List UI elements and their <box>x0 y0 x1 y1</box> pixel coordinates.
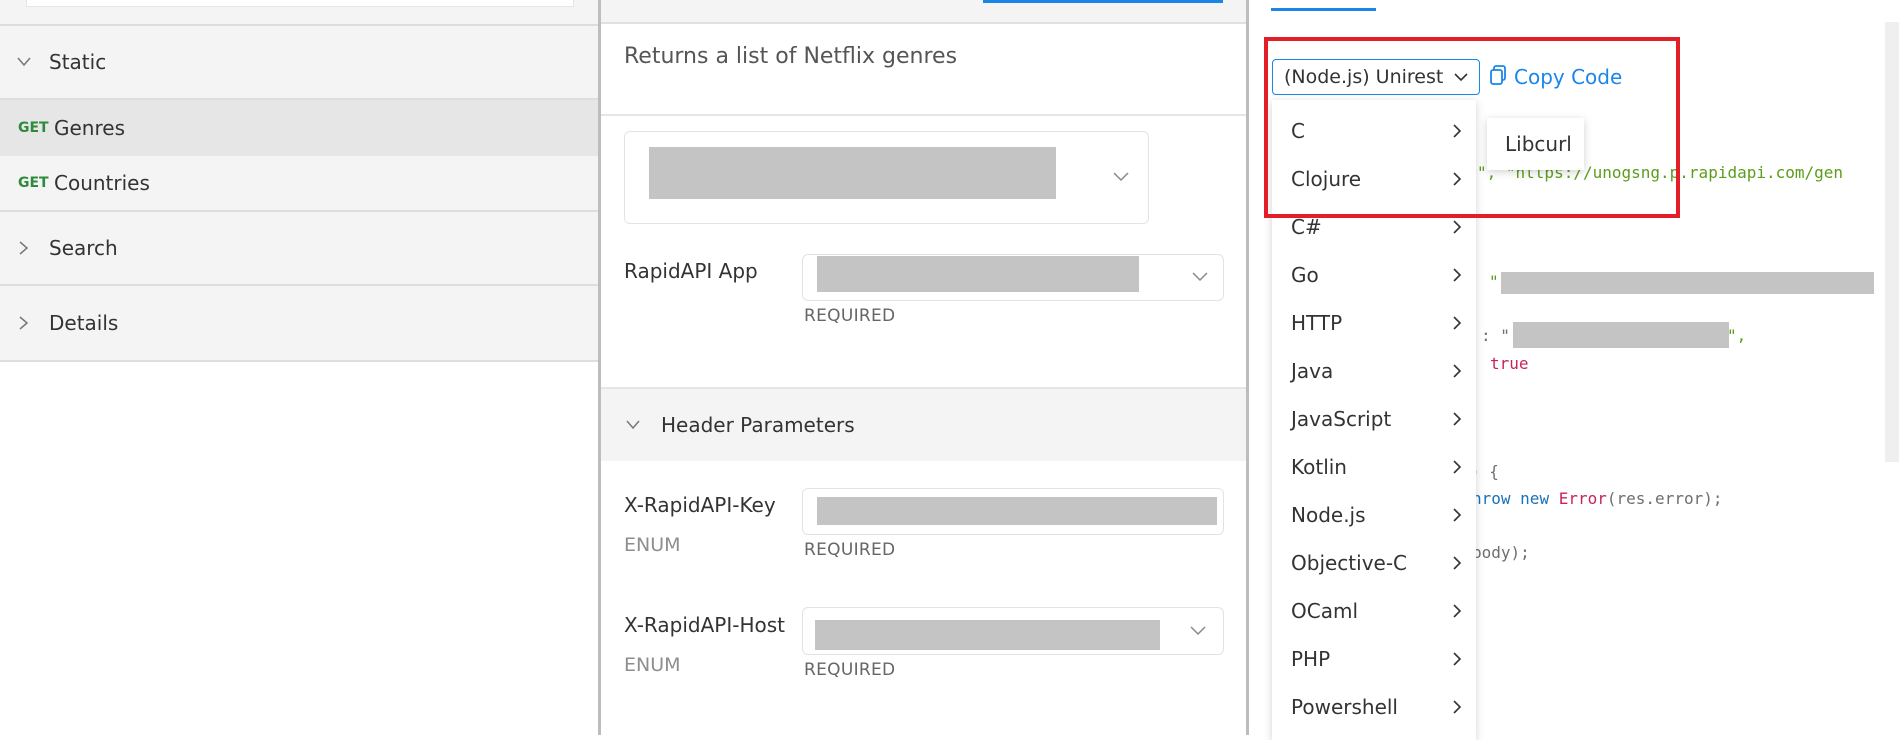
menu-item-clojure[interactable]: Clojure <box>1272 155 1476 203</box>
method-badge: GET <box>18 120 49 136</box>
redacted-value <box>817 497 1217 525</box>
redacted-value <box>817 256 1139 292</box>
chevron-down-icon <box>625 417 641 433</box>
menu-item-javascript[interactable]: JavaScript <box>1272 395 1476 443</box>
endpoint-description: Returns a list of Netflix genres <box>624 44 958 69</box>
param-name: X-RapidAPI-Host <box>624 613 785 637</box>
chevron-right-icon <box>1450 604 1464 618</box>
language-select[interactable]: (Node.js) Unirest <box>1272 59 1480 95</box>
param-type: ENUM <box>624 654 681 676</box>
required-label: REQUIRED <box>804 660 896 680</box>
x-rapidapi-host-select[interactable] <box>802 607 1224 655</box>
active-tab-indicator <box>983 0 1223 3</box>
menu-item-kotlin[interactable]: Kotlin <box>1272 443 1476 491</box>
chevron-down-icon <box>1454 70 1468 84</box>
endpoint-name: Genres <box>54 116 125 140</box>
endpoint-genres[interactable]: GET Genres <box>0 100 598 156</box>
copy-label: Copy Code <box>1514 65 1623 89</box>
chevron-right-icon <box>1450 364 1464 378</box>
section-title: Header Parameters <box>661 413 855 437</box>
endpoint-countries[interactable]: GET Countries <box>0 156 598 212</box>
header-parameters-section[interactable]: Header Parameters <box>601 389 1246 461</box>
chevron-down-icon <box>1189 622 1207 640</box>
param-name: X-RapidAPI-Key <box>624 493 776 517</box>
code-line: hrow new Error(res.error); <box>1472 489 1723 508</box>
chevron-right-icon <box>1450 268 1464 282</box>
menu-item-http[interactable]: HTTP <box>1272 299 1476 347</box>
divider <box>601 114 1246 116</box>
panel-top-strip <box>601 0 1246 24</box>
code-line: true <box>1490 354 1529 373</box>
chevron-right-icon <box>1450 124 1464 138</box>
redacted-value <box>1501 272 1874 294</box>
code-line: ", <box>1727 326 1747 345</box>
active-tab-indicator <box>1271 8 1376 11</box>
menu-item-powershell[interactable]: Powershell <box>1272 683 1476 731</box>
code-line: " <box>1489 272 1499 291</box>
chevron-right-icon <box>1450 460 1464 474</box>
menu-item-nodejs[interactable]: Node.js <box>1272 491 1476 539</box>
chevron-right-icon <box>1450 508 1464 522</box>
chevron-right-icon <box>1450 316 1464 330</box>
chevron-right-icon <box>1450 172 1464 186</box>
x-rapidapi-key-input[interactable] <box>802 488 1224 535</box>
chevron-right-icon <box>16 315 32 331</box>
scrollbar[interactable] <box>1885 22 1899 462</box>
group-search[interactable]: Search <box>0 212 598 286</box>
copy-icon <box>1490 64 1506 90</box>
selected-language: (Node.js) Unirest <box>1284 66 1444 88</box>
language-menu: C Clojure C# Go HTTP Java JavaScript Kot… <box>1272 100 1476 740</box>
sidebar-search-area <box>0 0 598 26</box>
group-label: Search <box>49 236 118 260</box>
rapidapi-app-label: RapidAPI App <box>624 259 758 283</box>
code-line: : " <box>1481 326 1510 345</box>
endpoint-sidebar: Static GET Genres GET Countries Search D… <box>0 0 601 735</box>
group-static[interactable]: Static <box>0 26 598 100</box>
redacted-value <box>649 147 1056 199</box>
copy-code-button[interactable]: Copy Code <box>1490 63 1622 91</box>
chevron-down-icon <box>1191 268 1209 286</box>
redacted-value <box>815 620 1160 650</box>
group-details[interactable]: Details <box>0 286 598 362</box>
chevron-right-icon <box>1450 412 1464 426</box>
search-input[interactable] <box>26 0 574 7</box>
chevron-right-icon <box>1450 700 1464 714</box>
code-snippet-panel: ", "https://unogsng.p.rapidapi.com/gen "… <box>1249 0 1899 740</box>
menu-item-c[interactable]: C <box>1272 107 1476 155</box>
endpoint-name: Countries <box>54 171 150 195</box>
required-label: REQUIRED <box>804 540 896 560</box>
submenu-item-label: Libcurl <box>1505 132 1572 156</box>
menu-item-ocaml[interactable]: OCaml <box>1272 587 1476 635</box>
code-line: body); <box>1472 543 1530 562</box>
menu-item-csharp[interactable]: C# <box>1272 203 1476 251</box>
rapidapi-app-select[interactable] <box>802 254 1224 301</box>
project-select[interactable] <box>624 131 1149 224</box>
menu-item-java[interactable]: Java <box>1272 347 1476 395</box>
chevron-down-icon <box>1112 168 1130 186</box>
group-label: Details <box>49 311 119 335</box>
required-label: REQUIRED <box>804 306 896 326</box>
chevron-right-icon <box>1450 652 1464 666</box>
chevron-right-icon <box>1450 220 1464 234</box>
redacted-value <box>1513 322 1729 348</box>
menu-item-objective-c[interactable]: Objective-C <box>1272 539 1476 587</box>
method-badge: GET <box>18 175 49 191</box>
submenu-libcurl[interactable]: Libcurl <box>1487 118 1584 170</box>
endpoint-params-panel: Returns a list of Netflix genres RapidAP… <box>601 0 1249 735</box>
chevron-right-icon <box>1450 556 1464 570</box>
menu-item-go[interactable]: Go <box>1272 251 1476 299</box>
menu-item-php[interactable]: PHP <box>1272 635 1476 683</box>
group-label: Static <box>49 50 107 74</box>
param-type: ENUM <box>624 534 681 556</box>
chevron-down-icon <box>16 54 32 70</box>
chevron-right-icon <box>16 240 32 256</box>
